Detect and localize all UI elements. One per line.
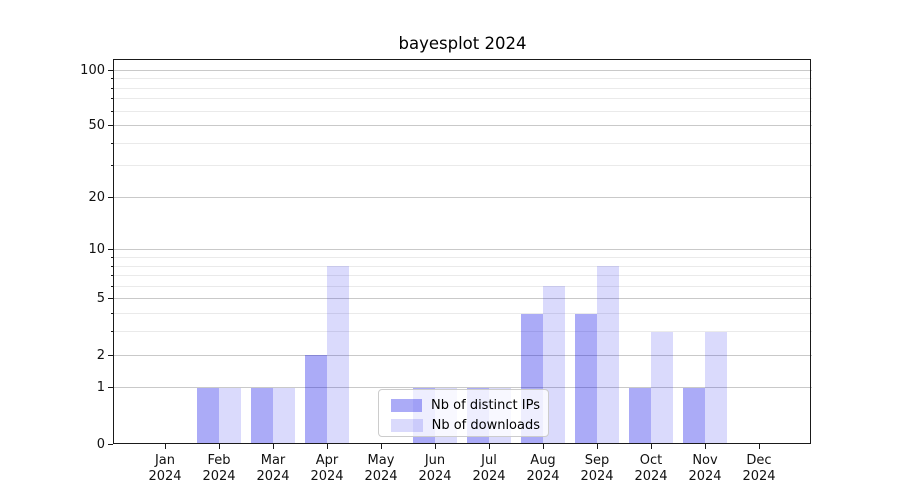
y-axis-tick-label: 10	[35, 243, 105, 256]
y-minor-tick	[111, 331, 114, 332]
y-minor-tick	[111, 98, 114, 99]
legend-entry-distinct-ips: Nb of distinct IPs	[391, 397, 540, 414]
x-tick	[219, 444, 220, 449]
x-tick	[327, 444, 328, 449]
y-minor-tick	[111, 143, 114, 144]
y-minor-tick	[111, 111, 114, 112]
y-minor-tick	[111, 275, 114, 276]
x-tick	[489, 444, 490, 449]
legend-swatch-downloads	[391, 419, 423, 432]
legend-entry-downloads: Nb of downloads	[391, 417, 540, 434]
y-axis-tick-label: 0	[35, 438, 105, 451]
y-major-tick	[108, 298, 113, 299]
legend-swatch-distinct-ips	[391, 399, 422, 412]
y-minor-tick	[111, 266, 114, 267]
y-axis-tick-label: 2	[35, 349, 105, 362]
y-major-tick	[108, 444, 113, 445]
x-tick	[759, 444, 760, 449]
legend-label-downloads: Nb of downloads	[432, 418, 540, 433]
y-major-tick	[108, 387, 113, 388]
x-tick	[273, 444, 274, 449]
x-tick	[597, 444, 598, 449]
y-major-tick	[108, 197, 113, 198]
x-tick	[435, 444, 436, 449]
y-minor-tick	[111, 286, 114, 287]
y-axis-tick-label: 1	[35, 381, 105, 394]
x-tick	[381, 444, 382, 449]
y-major-tick	[108, 70, 113, 71]
y-minor-tick	[111, 313, 114, 314]
y-major-tick	[108, 125, 113, 126]
y-axis-tick-label: 100	[35, 64, 105, 77]
y-minor-tick	[111, 78, 114, 79]
x-tick-month: Dec	[719, 453, 799, 469]
y-major-tick	[108, 249, 113, 250]
y-axis-tick-label: 50	[35, 119, 105, 132]
x-tick-year: 2024	[719, 469, 799, 485]
x-tick	[651, 444, 652, 449]
x-tick	[705, 444, 706, 449]
y-minor-tick	[111, 88, 114, 89]
x-tick	[165, 444, 166, 449]
y-major-tick	[108, 355, 113, 356]
y-minor-tick	[111, 257, 114, 258]
chart-canvas: bayesplot 2024 1005020105210Jan2024Feb20…	[0, 0, 900, 500]
y-minor-tick	[111, 165, 114, 166]
x-axis-tick-label: Dec2024	[719, 453, 799, 485]
y-axis-tick-label: 20	[35, 191, 105, 204]
legend: Nb of distinct IPs Nb of downloads	[378, 389, 549, 437]
legend-label-distinct-ips: Nb of distinct IPs	[431, 398, 540, 413]
x-tick	[543, 444, 544, 449]
y-axis-tick-label: 5	[35, 292, 105, 305]
